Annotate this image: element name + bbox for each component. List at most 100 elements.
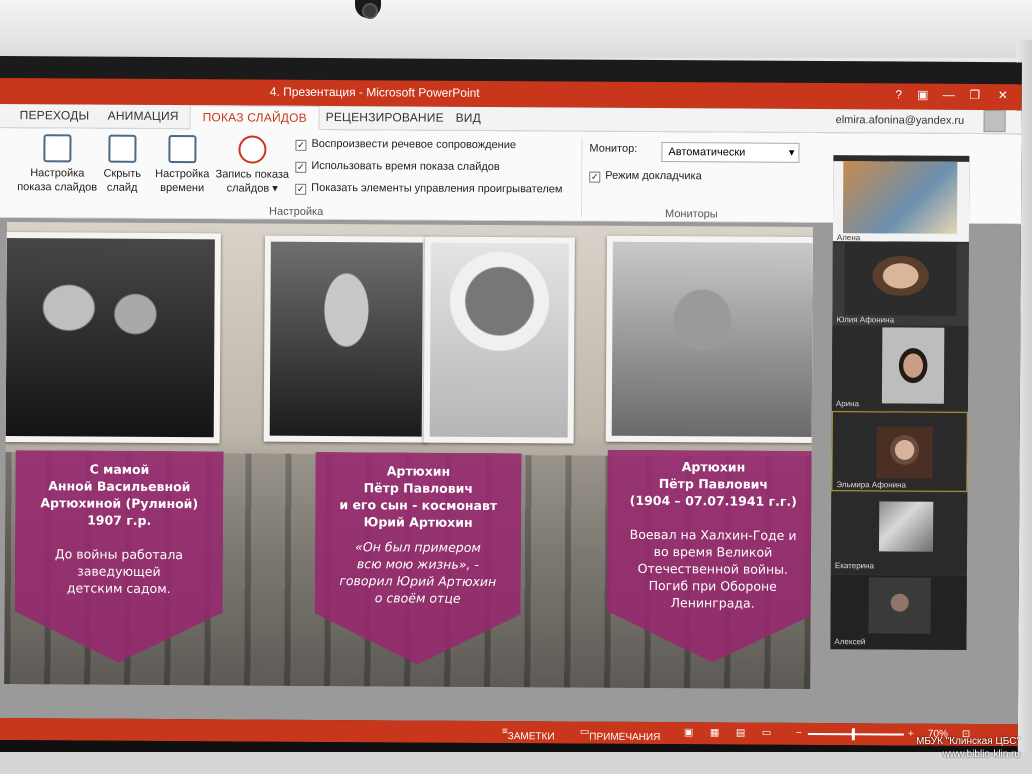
notes-label: ЗАМЕТКИ	[507, 731, 555, 743]
check-icon: ✓	[295, 161, 307, 173]
tab-slide-show[interactable]: ПОКАЗ СЛАЙДОВ	[189, 105, 320, 131]
video-call-panel: Алена Юлия Афонина Арина Эльмира Афонина…	[830, 155, 970, 650]
group-monitors-label: Мониторы	[665, 208, 718, 221]
caption-line: Воевал на Халхин-Годе и	[629, 526, 797, 543]
participant-name: Екатерина	[834, 561, 875, 571]
caption-line: (1904 – 07.07.1941 г.г.)	[629, 492, 797, 509]
setup-slideshow-label-2: показа слайдов	[17, 181, 98, 194]
tab-animation[interactable]: АНИМАЦИЯ	[108, 109, 179, 123]
show-media-controls-checkbox[interactable]: ✓ Показать элементы управления проигрыват…	[295, 182, 562, 197]
hide-slide-label-2: слайд	[106, 181, 138, 194]
caption-line: во время Великой	[653, 544, 773, 560]
caption-line: Артюхиной (Рулиной)	[40, 495, 199, 512]
setup-slideshow-label: Настройка	[30, 167, 85, 180]
participant-tile[interactable]: Эльмира Афонина	[831, 411, 968, 492]
watermark-line-2: www.biblio-klin.ru	[942, 749, 1020, 760]
ribbon-separator	[581, 137, 583, 218]
quote-line: говорил Юрий Артюхин	[339, 573, 497, 590]
caption-line: заведующей	[77, 563, 161, 579]
setup-slideshow-button[interactable]: Настройка показа слайдов	[15, 134, 99, 195]
close-icon[interactable]: ✕	[994, 88, 1012, 106]
quote-line: «Он был примером	[355, 539, 481, 555]
caption-line: Анной Васильевной	[48, 478, 191, 495]
help-button[interactable]: ?	[890, 87, 908, 105]
hide-slide-label: Скрыть	[103, 167, 142, 180]
webcam	[355, 0, 381, 19]
monitor-select[interactable]: Автоматически ▾	[661, 142, 800, 163]
check-icon: ✓	[295, 183, 307, 195]
tab-review[interactable]: РЕЦЕНЗИРОВАНИЕ	[326, 110, 444, 125]
show-media-controls-label: Показать элементы управления проигрывате…	[311, 181, 563, 196]
use-timings-label: Использовать время показа слайдов	[311, 159, 500, 174]
rehearse-timings-button[interactable]: Настройка времени	[151, 135, 213, 195]
slide-sorter-icon[interactable]: ▦	[710, 727, 720, 738]
presenter-view-label: Режим докладчика	[605, 169, 702, 183]
zoom-slider-thumb[interactable]	[851, 728, 855, 741]
participant-name: Арина	[835, 399, 860, 409]
zoom-slider[interactable]	[807, 732, 904, 736]
participant-tile[interactable]: Алексей	[830, 575, 967, 650]
participant-tile[interactable]: Арина	[831, 327, 969, 410]
play-narrations-label: Воспроизвести речевое сопровождение	[311, 137, 517, 152]
monitor-bezel-bottom	[0, 752, 1032, 774]
participant-tile[interactable]: Юлия Афонина	[832, 243, 969, 326]
restore-icon[interactable]: ❐	[966, 88, 984, 106]
comments-button[interactable]: ▭ ПРИМЕЧАНИЯ	[580, 727, 661, 743]
caption-line: Юрий Артюхин	[363, 514, 473, 530]
participant-tile[interactable]: Екатерина	[830, 493, 968, 574]
comments-label: ПРИМЕЧАНИЯ	[589, 731, 661, 744]
check-icon: ✓	[589, 171, 601, 183]
avatar[interactable]	[983, 110, 1006, 133]
participant-tile[interactable]: Алена	[832, 161, 970, 243]
monitor-label: Монитор:	[589, 142, 638, 155]
group-setup-label: Настройка	[269, 205, 324, 218]
slideshow-view-icon[interactable]: ▭	[762, 728, 772, 739]
hide-slide-button[interactable]: Скрыть слайд	[99, 134, 145, 195]
caption-line: Пётр Павлович	[363, 480, 474, 496]
ribbon-display-icon[interactable]: ▣	[914, 88, 932, 106]
caption-line: Ленинграда.	[670, 595, 755, 611]
window-title: 4. Презентация - Microsoft PowerPoint	[269, 84, 480, 100]
use-timings-checkbox[interactable]: ✓ Использовать время показа слайдов	[295, 159, 500, 174]
hide-slide-icon	[108, 134, 137, 163]
quote-line: о своём отце	[374, 590, 461, 606]
record-icon	[238, 135, 267, 164]
caption-line: Артюхин	[386, 463, 451, 479]
tab-view[interactable]: ВИД	[456, 111, 481, 125]
caption-line: Артюхин	[681, 459, 746, 475]
monitor-screen: 4. Презентация - Microsoft PowerPoint ? …	[0, 56, 1022, 765]
record-slideshow-label-2: слайдов ▾	[226, 182, 278, 195]
photo-father	[263, 235, 429, 443]
participant-name: Алена	[836, 233, 861, 243]
projector-icon	[43, 134, 72, 163]
minimize-icon[interactable]: —	[940, 88, 958, 106]
presenter-view-checkbox[interactable]: ✓ Режим докладчика	[589, 170, 702, 184]
participant-name: Эльмира Афонина	[836, 480, 907, 490]
reading-view-icon[interactable]: ▤	[736, 728, 746, 739]
watermark-line-1: МБУК "Клинская ЦБС"	[916, 736, 1020, 747]
record-slideshow-label: Запись показа	[215, 168, 290, 181]
normal-view-icon[interactable]: ▣	[684, 727, 694, 738]
rehearse-timings-label-2: времени	[160, 181, 205, 195]
caption-line: До войны работала	[54, 546, 184, 563]
rehearse-timings-label: Настройка	[155, 167, 210, 181]
notes-button[interactable]: ≡ ЗАМЕТКИ	[502, 726, 555, 742]
slide[interactable]: С мамой Анной Васильевной Артюхиной (Рул…	[4, 222, 813, 689]
monitor-select-value: Автоматически	[668, 146, 746, 159]
watermark: МБУК "Клинская ЦБС" www.biblio-klin.ru	[916, 735, 1020, 761]
caption-line: и его сын - космонавт	[339, 497, 498, 514]
participant-name: Юлия Афонина	[836, 315, 895, 325]
record-slideshow-button[interactable]: Запись показа слайдов ▾	[213, 135, 291, 195]
zoom-in-icon[interactable]: +	[908, 729, 914, 740]
rehearse-timings-icon	[168, 135, 197, 164]
caption-line: детским садом.	[66, 580, 171, 597]
tab-transitions[interactable]: ПЕРЕХОДЫ	[20, 108, 90, 122]
chevron-down-icon: ▾	[788, 146, 795, 159]
play-narrations-checkbox[interactable]: ✓ Воспроизвести речевое сопровождение	[295, 138, 516, 152]
zoom-out-icon[interactable]: −	[796, 728, 802, 739]
caption-line: Погиб при Обороне	[648, 577, 777, 594]
check-icon: ✓	[295, 139, 307, 151]
account-email[interactable]: elmira.afonina@yandex.ru	[836, 114, 965, 127]
caption-line: 1907 г.р.	[87, 512, 152, 528]
caption-line: С мамой	[89, 461, 150, 477]
